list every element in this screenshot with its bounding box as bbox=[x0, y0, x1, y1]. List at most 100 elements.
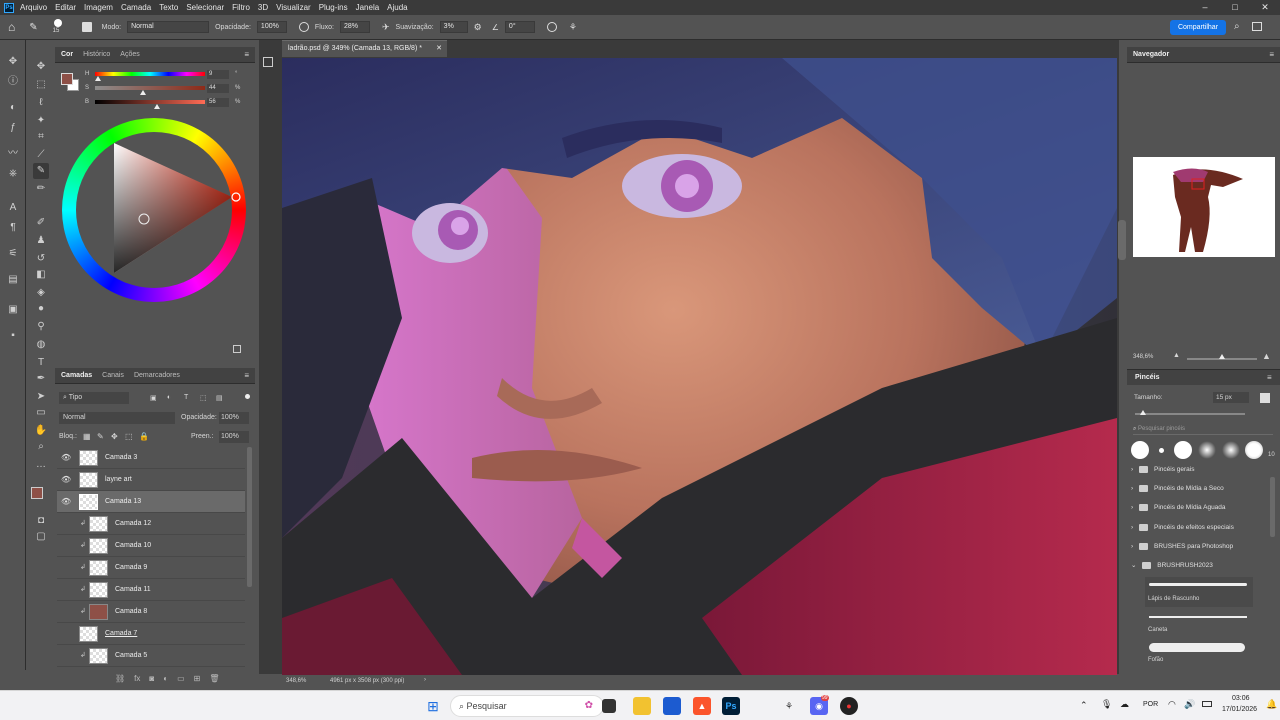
tab-historico[interactable]: Histórico bbox=[83, 51, 110, 58]
stamp-icon[interactable]: ♟ bbox=[33, 233, 49, 249]
lasso-icon[interactable]: ℓ bbox=[33, 95, 49, 111]
brushes-scrollbar[interactable] bbox=[1270, 477, 1275, 537]
lock-all-icon[interactable]: 🔒 bbox=[139, 432, 149, 441]
brush-preset-selected[interactable] bbox=[1245, 441, 1263, 459]
sponge-icon[interactable]: ◍ bbox=[33, 337, 49, 353]
expand-panel-icon[interactable] bbox=[233, 345, 241, 353]
mixer-brush-icon[interactable]: ✐ bbox=[33, 215, 49, 231]
menu-item-arquivo[interactable]: Arquivo bbox=[20, 3, 47, 12]
tab-demarcadores[interactable]: Demarcadores bbox=[134, 372, 180, 379]
eraser-icon[interactable]: ◧ bbox=[33, 267, 49, 283]
brush-size-input[interactable]: 15 px bbox=[1213, 392, 1249, 403]
app-figure-icon[interactable]: ⚘ bbox=[780, 697, 798, 715]
screen-mode-icon[interactable]: ▢ bbox=[33, 529, 49, 545]
brush-item[interactable]: Fofão bbox=[1145, 640, 1253, 668]
angle-input[interactable]: 0° bbox=[504, 21, 535, 33]
store-icon[interactable] bbox=[663, 697, 681, 715]
character-icon[interactable]: A bbox=[5, 200, 21, 216]
workspace-icon[interactable] bbox=[1252, 22, 1262, 31]
layer-opacity-input[interactable]: 100% bbox=[219, 412, 249, 424]
saturation-slider-thumb[interactable] bbox=[140, 90, 147, 95]
brush-preset-soft[interactable] bbox=[1198, 441, 1216, 459]
filter-type-icon[interactable]: T bbox=[184, 394, 188, 401]
layer-row[interactable]: ↲ Camada 8 bbox=[57, 601, 245, 623]
document-info[interactable]: 4961 px x 3508 px (300 ppi) bbox=[330, 678, 404, 684]
canvas-vertical-scrollbar[interactable] bbox=[1118, 220, 1126, 260]
fx-icon[interactable]: ƒ bbox=[5, 120, 21, 136]
layer-row[interactable]: Camada 7 bbox=[57, 623, 245, 645]
saturation-slider[interactable] bbox=[95, 86, 205, 90]
properties-icon[interactable]: ▣ bbox=[5, 302, 21, 318]
lock-artboard-icon[interactable]: ⬚ bbox=[125, 432, 133, 441]
zoom-icon[interactable]: ⌕ bbox=[33, 439, 49, 455]
task-view-icon[interactable] bbox=[602, 699, 616, 713]
crop-icon[interactable]: ⌗ bbox=[33, 129, 49, 145]
status-menu-arrow-icon[interactable]: › bbox=[424, 677, 426, 683]
file-explorer-icon[interactable] bbox=[633, 697, 651, 715]
menu-item-visualizar[interactable]: Visualizar bbox=[276, 3, 311, 12]
visibility-eye-icon[interactable]: 👁 bbox=[61, 475, 71, 484]
libraries-icon[interactable]: ▤ bbox=[5, 272, 21, 288]
adjustment-layer-icon[interactable]: ◐ bbox=[163, 674, 168, 684]
marquee-icon[interactable]: ⬚ bbox=[33, 77, 49, 93]
pen-icon[interactable]: ✒ bbox=[33, 371, 49, 387]
symmetry-icon[interactable]: ⚘ bbox=[569, 22, 577, 33]
menu-item-texto[interactable]: Texto bbox=[159, 3, 178, 12]
visibility-eye-icon[interactable]: 👁 bbox=[61, 497, 71, 506]
brush-size-slider[interactable] bbox=[1135, 413, 1245, 415]
blur-icon[interactable]: ◐ bbox=[5, 100, 21, 116]
lock-transparent-icon[interactable]: ▦ bbox=[83, 432, 91, 441]
brush-preset-icon[interactable]: 〰 bbox=[5, 146, 21, 162]
brush-item[interactable]: Caneta bbox=[1145, 610, 1253, 638]
visibility-eye-icon[interactable]: 👁 bbox=[61, 453, 71, 462]
blend-mode-select[interactable]: Normal bbox=[59, 412, 175, 424]
brush-preset-picker[interactable]: 15 bbox=[50, 17, 68, 37]
foreground-swatch[interactable] bbox=[61, 73, 73, 85]
brush-search-field[interactable]: ⌕ Pesquisar pincéis bbox=[1133, 424, 1273, 435]
brush-preset-soft2[interactable] bbox=[1222, 441, 1240, 459]
brushes-menu-icon[interactable]: ≡ bbox=[1267, 373, 1272, 382]
wifi-icon[interactable]: ◠ bbox=[1168, 699, 1176, 710]
navigator-preview[interactable] bbox=[1133, 157, 1275, 257]
paragraph-icon[interactable]: ¶ bbox=[5, 220, 21, 236]
brave-icon[interactable]: ▲ bbox=[693, 697, 711, 715]
hue-slider-thumb[interactable] bbox=[94, 76, 101, 81]
filter-smart-icon[interactable]: ▤ bbox=[216, 394, 223, 402]
share-button[interactable]: Compartilhar bbox=[1170, 20, 1226, 35]
brightness-slider[interactable] bbox=[95, 100, 205, 104]
navigator-menu-icon[interactable]: ≡ bbox=[1269, 50, 1274, 59]
menu-item-editar[interactable]: Editar bbox=[55, 3, 76, 12]
rectangle-icon[interactable]: ▭ bbox=[33, 405, 49, 421]
clock-date[interactable]: 17/01/2026 bbox=[1222, 706, 1257, 713]
filter-shape-icon[interactable]: ⬚ bbox=[200, 394, 207, 402]
brush-tool-icon[interactable]: ✎ bbox=[29, 22, 37, 33]
glyphs-icon[interactable]: ▪ bbox=[5, 328, 21, 344]
layer-row[interactable]: ↲ Camada 11 bbox=[57, 579, 245, 601]
brush-folder[interactable]: › Pincéis de efeitos especiais bbox=[1131, 519, 1271, 537]
menu-item-imagem[interactable]: Imagem bbox=[84, 3, 113, 12]
hand-icon[interactable]: ✋ bbox=[33, 423, 49, 439]
move-tool-icon[interactable]: ✥ bbox=[5, 54, 21, 70]
home-icon[interactable]: ⌂ bbox=[8, 20, 15, 34]
hue-value[interactable]: 9 bbox=[207, 70, 229, 79]
menu-item-camada[interactable]: Camada bbox=[121, 3, 151, 12]
tab-pinceis[interactable]: Pincéis bbox=[1135, 374, 1160, 381]
layer-row[interactable]: 👁 Camada 3 bbox=[57, 447, 245, 469]
panel-menu-icon[interactable]: ≡ bbox=[244, 50, 249, 59]
path-selection-icon[interactable]: ➤ bbox=[33, 389, 49, 405]
foreground-color-swatch[interactable] bbox=[31, 487, 43, 499]
menu-item-plugins[interactable]: Plug-ins bbox=[319, 3, 348, 12]
dodge-icon[interactable]: ⚲ bbox=[33, 319, 49, 335]
blur-tool-icon[interactable]: ● bbox=[33, 301, 49, 317]
brush-folder-open[interactable]: ⌄ BRUSHRUSH2023 bbox=[1131, 557, 1271, 575]
layer-filter-select[interactable]: ⌕ Tipo bbox=[59, 392, 129, 404]
delete-layer-icon[interactable]: 🗑 bbox=[209, 674, 219, 684]
new-group-icon[interactable]: ▭ bbox=[177, 674, 185, 684]
magic-wand-icon[interactable]: ✦ bbox=[33, 113, 49, 129]
clock-time[interactable]: 03:06 bbox=[1232, 695, 1250, 702]
brush-settings-icon[interactable] bbox=[81, 22, 92, 32]
menu-item-3d[interactable]: 3D bbox=[258, 3, 268, 12]
navigator-zoom-value[interactable]: 348,6% bbox=[1133, 354, 1153, 360]
saturation-value[interactable]: 44 bbox=[207, 84, 229, 93]
brush-preset-hard-round[interactable] bbox=[1131, 441, 1149, 459]
